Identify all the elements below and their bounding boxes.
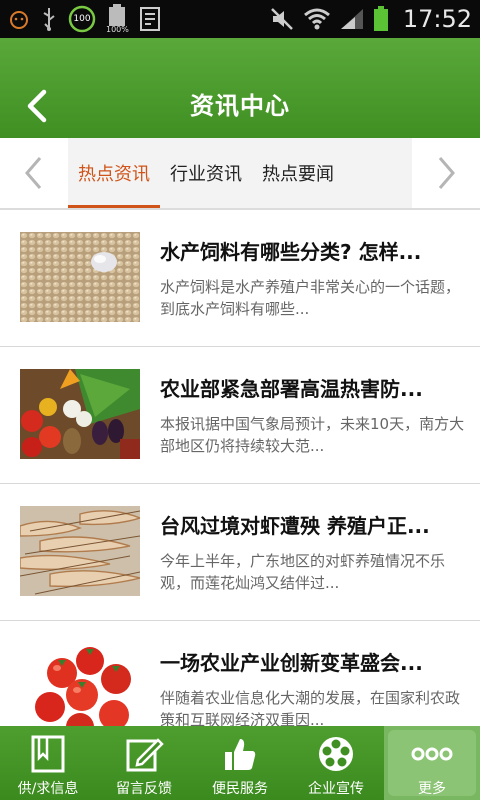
bottom-navigation: 供/求信息 留言反馈 便民服务 企业宣传 更多: [0, 726, 480, 800]
nav-label: 供/求信息: [17, 781, 79, 797]
chevron-left-icon: [25, 157, 42, 189]
nav-services[interactable]: 便民服务: [192, 726, 288, 800]
nav-label: 企业宣传: [308, 781, 364, 797]
tab-industry-news[interactable]: 行业资讯: [160, 138, 252, 208]
more-dots-icon: [410, 732, 454, 776]
tomatoes-image: [20, 643, 140, 733]
nav-more[interactable]: 更多: [384, 726, 480, 800]
nav-label: 更多: [418, 781, 446, 797]
nav-promotion[interactable]: 企业宣传: [288, 726, 384, 800]
cat-face-icon: [8, 8, 30, 30]
article-title: 台风过境对虾遭殃 养殖户正...: [160, 514, 430, 538]
tab-headlines[interactable]: 热点要闻: [252, 138, 344, 208]
article-summary: 水产饲料是水产养殖户非常关心的一个话题，到底水产饲料有哪些...: [160, 278, 461, 318]
vegetables-image: [20, 369, 140, 459]
shrimp-image: [20, 506, 140, 596]
battery-100-badge-icon: 100: [68, 5, 96, 33]
article-list: 水产饲料有哪些分类? 怎样... 水产饲料是水产养殖户非常关心的一个话题，到底水…: [0, 210, 480, 758]
nav-feedback[interactable]: 留言反馈: [96, 726, 192, 800]
signal-icon: [339, 7, 365, 31]
thumbs-up-icon: [218, 732, 262, 776]
tabs: 热点资讯 行业资讯 热点要闻: [68, 138, 412, 208]
article-title: 一场农业产业创新变革盛会...: [160, 651, 423, 675]
article-title: 农业部紧急部署高温热害防...: [160, 377, 423, 401]
article-item[interactable]: 水产饲料有哪些分类? 怎样... 水产饲料是水产养殖户非常关心的一个话题，到底水…: [0, 210, 480, 347]
film-reel-icon: [314, 732, 358, 776]
status-bar: 100 100% 17:52: [0, 0, 480, 38]
edit-icon: [122, 732, 166, 776]
article-summary: 本报讯据中国气象局预计，未来10天，南方大部地区仍将持续较大范...: [160, 415, 465, 455]
book-icon: [26, 732, 70, 776]
wifi-icon: [303, 7, 331, 31]
category-tab-bar: 热点资讯 行业资讯 热点要闻: [0, 138, 480, 210]
usb-icon: [40, 6, 58, 32]
tabs-prev-button[interactable]: [0, 138, 68, 208]
article-summary: 今年上半年，广东地区的对虾养殖情况不乐观，而莲花灿鸿又结伴过...: [160, 552, 446, 592]
battery-icon: [373, 6, 389, 32]
tabs-next-button[interactable]: [412, 138, 480, 208]
doc-badge-icon: [139, 6, 161, 32]
article-title: 水产饲料有哪些分类? 怎样...: [160, 240, 422, 264]
nav-supply-demand[interactable]: 供/求信息: [0, 726, 96, 800]
nav-label: 留言反馈: [116, 781, 172, 797]
clock: 17:52: [402, 5, 472, 33]
article-summary: 伴随着农业信息化大潮的发展，在国家利农政策和互联网经济双重因...: [160, 689, 461, 729]
chevron-right-icon: [438, 157, 455, 189]
nav-label: 便民服务: [212, 781, 268, 797]
article-item[interactable]: 农业部紧急部署高温热害防... 本报讯据中国气象局预计，未来10天，南方大部地区…: [0, 347, 480, 484]
feed-pellets-image: [20, 232, 140, 322]
tab-hot-news[interactable]: 热点资讯: [68, 138, 160, 208]
page-title: 资讯中心: [190, 92, 290, 120]
article-item[interactable]: 台风过境对虾遭殃 养殖户正... 今年上半年，广东地区的对虾养殖情况不乐观，而莲…: [0, 484, 480, 621]
battery-full-icon: 100%: [106, 4, 129, 34]
muted-icon: [269, 6, 295, 32]
app-header: 资讯中心: [0, 38, 480, 138]
